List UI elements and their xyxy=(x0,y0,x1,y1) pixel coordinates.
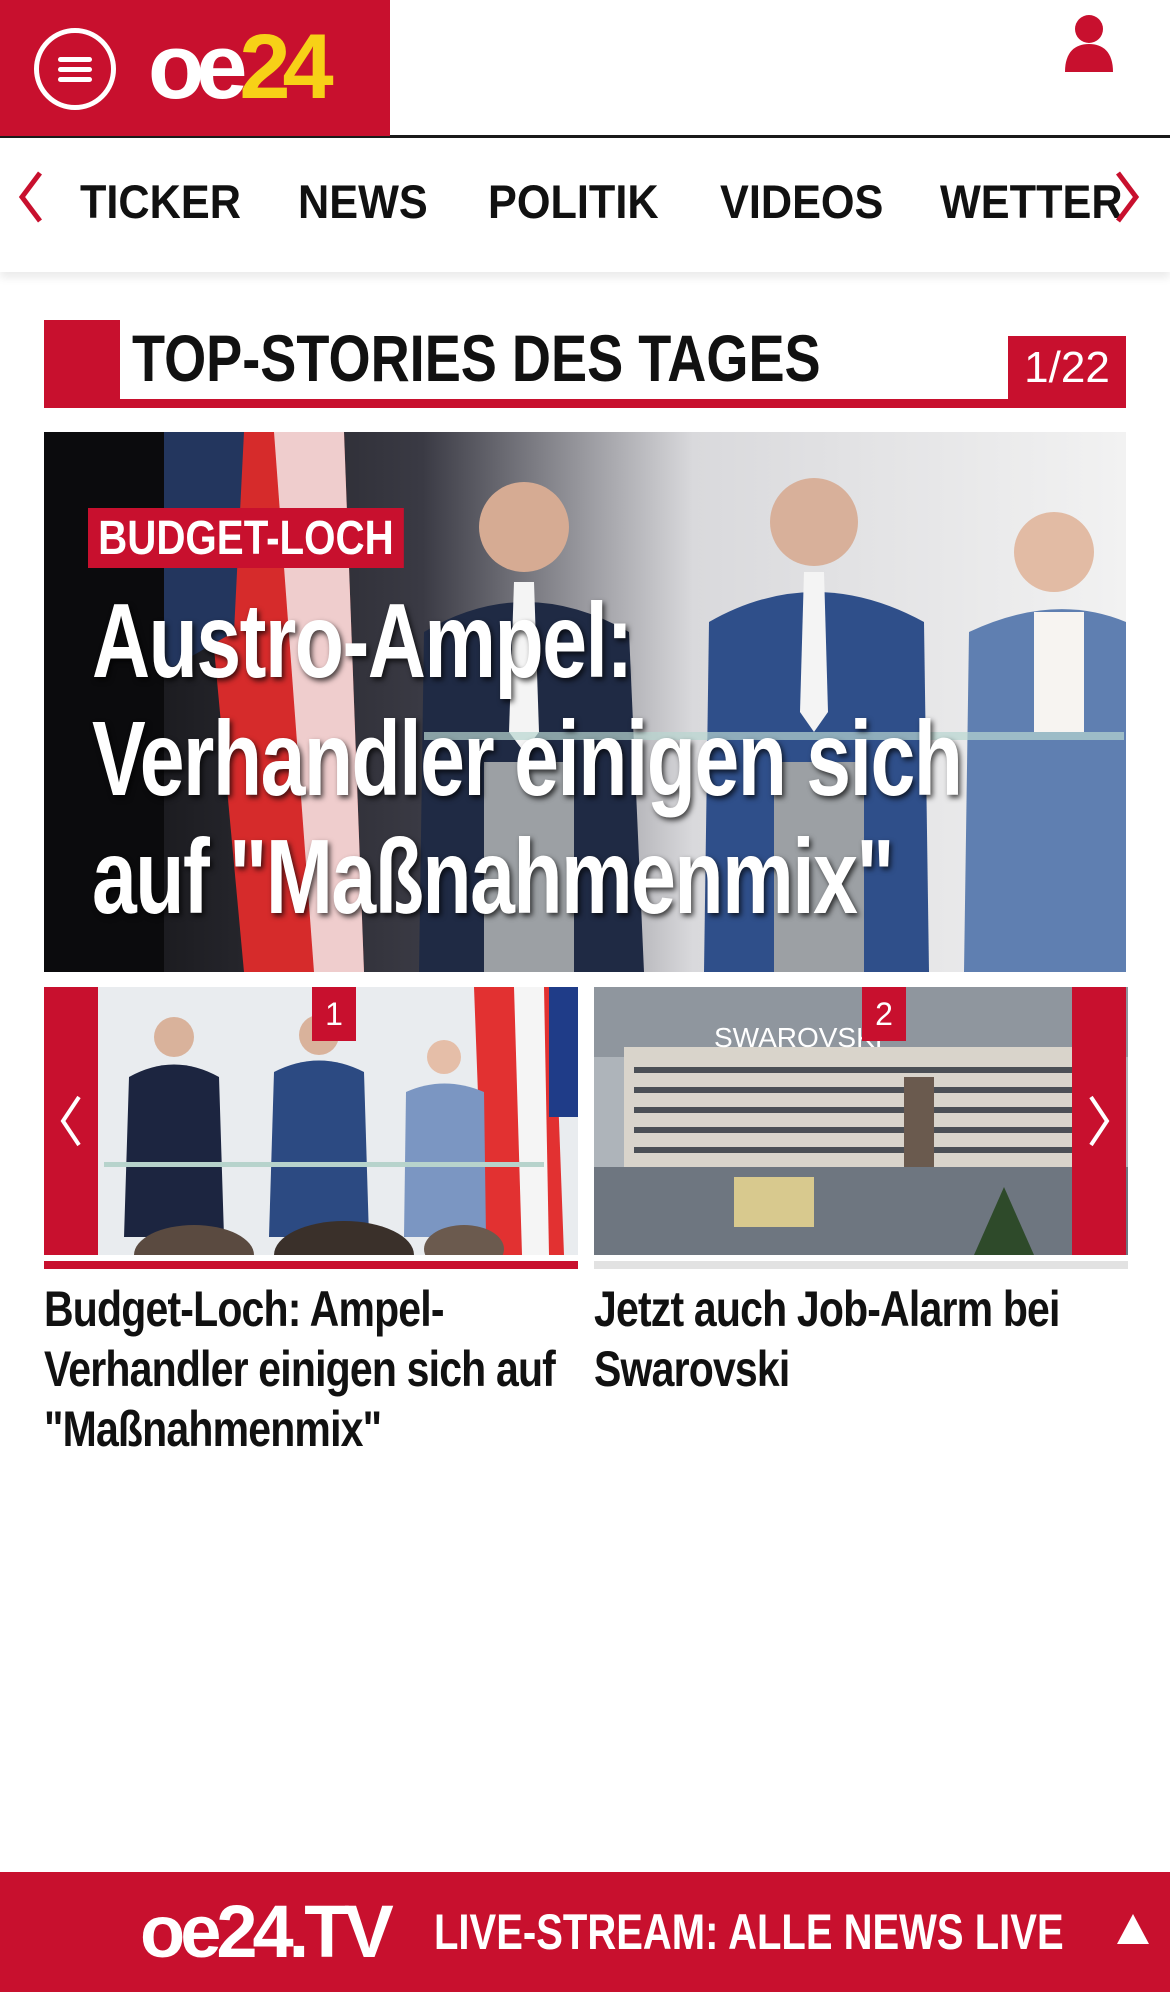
triangle-up-icon[interactable] xyxy=(1115,1912,1151,1946)
section-header: TOP-STORIES DES TAGES 1/22 xyxy=(44,320,1126,408)
carousel-next-button[interactable] xyxy=(1072,987,1126,1255)
section-title: TOP-STORIES DES TAGES xyxy=(132,321,821,395)
chevron-right-icon[interactable] xyxy=(1112,167,1142,227)
chevron-right-icon xyxy=(1089,1095,1110,1147)
story-card-indicator xyxy=(594,1261,1128,1269)
logo-block: oe24 xyxy=(0,0,390,136)
story-card[interactable]: 1 Budget-Loch: Ampel-Verhandler einigen … xyxy=(44,987,578,1459)
user-icon[interactable] xyxy=(1063,14,1115,72)
story-card-title[interactable]: Jetzt auch Job-Alarm bei Swarovski xyxy=(594,1279,1127,1399)
story-card-title[interactable]: Budget-Loch: Ampel-Verhandler einigen si… xyxy=(44,1279,577,1459)
nav-item-ticker[interactable]: TICKER xyxy=(80,175,241,229)
story-card-image[interactable]: SWAROVSKI 2 xyxy=(594,987,1128,1255)
story-card-indicator xyxy=(44,1261,578,1269)
hamburger-menu-icon[interactable] xyxy=(34,28,116,110)
live-stream-text[interactable]: LIVE-STREAM: ALLE NEWS LIVE xyxy=(434,1902,1064,1962)
nav-item-videos[interactable]: VIDEOS xyxy=(720,175,883,229)
nav-item-politik[interactable]: POLITIK xyxy=(488,175,659,229)
slide-counter: 1/22 xyxy=(1008,336,1126,400)
hero-headline[interactable]: Austro-Ampel: Verhandler einigen sich au… xyxy=(92,582,989,936)
nav-item-news[interactable]: NEWS xyxy=(298,175,428,229)
chevron-left-icon[interactable] xyxy=(16,167,46,227)
section-accent xyxy=(44,320,120,408)
category-nav: TICKER NEWS POLITIK VIDEOS WETTER xyxy=(0,139,1170,272)
carousel-prev-button[interactable] xyxy=(44,987,98,1255)
story-card-image[interactable]: 1 xyxy=(44,987,578,1255)
story-carousel: 1 Budget-Loch: Ampel-Verhandler einigen … xyxy=(44,987,1128,1457)
nav-item-wetter[interactable]: WETTER xyxy=(940,175,1123,229)
swarovski-building-photo: SWAROVSKI xyxy=(594,987,1128,1255)
oe24tv-logo: oe24.TV xyxy=(140,1890,394,1973)
story-card[interactable]: SWAROVSKI 2 Jetzt auch Job-Alarm bei Swa… xyxy=(594,987,1128,1399)
svg-text:SWAROVSKI: SWAROVSKI xyxy=(714,1022,883,1053)
oe24-logo[interactable]: oe24 xyxy=(148,18,334,116)
chevron-left-icon xyxy=(60,1095,81,1147)
top-bar: oe24 xyxy=(0,0,1170,138)
live-stream-bar[interactable]: oe24.TV LIVE-STREAM: ALLE NEWS LIVE xyxy=(0,1872,1170,1992)
story-card-number: 2 xyxy=(862,987,906,1041)
story-card-number: 1 xyxy=(312,987,356,1041)
press-conference-photo xyxy=(44,987,578,1255)
hero-kicker: BUDGET-LOCH xyxy=(88,508,404,568)
section-underline xyxy=(44,399,1126,408)
hero-story[interactable]: BUDGET-LOCH Austro-Ampel: Verhandler ein… xyxy=(44,432,1126,972)
